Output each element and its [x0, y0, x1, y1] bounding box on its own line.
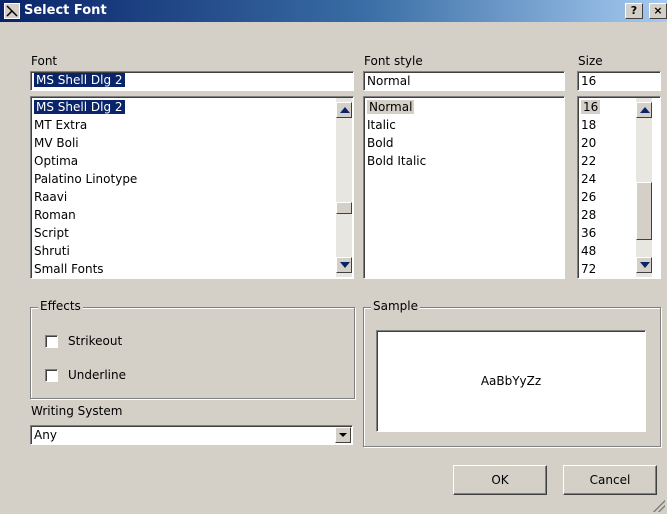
size-list-item-label: 28 — [581, 208, 597, 222]
size-list-item[interactable]: 28 — [581, 207, 596, 225]
size-scrollbar[interactable] — [636, 98, 652, 277]
font-list-item-label: Script — [34, 226, 69, 240]
arrow-up-icon — [340, 107, 350, 113]
font-list-item[interactable]: MV Boli — [34, 135, 79, 153]
font-list-item[interactable]: Small Fonts — [34, 261, 104, 278]
font-input-value: MS Shell Dlg 2 — [34, 73, 125, 87]
font-list-item[interactable]: Palatino Linotype — [34, 171, 137, 189]
font-list-item-label: MT Extra — [34, 118, 88, 132]
writing-system-label: Writing System — [31, 404, 123, 418]
scroll-thumb[interactable] — [336, 202, 352, 214]
font-label: Font — [31, 54, 58, 68]
font-list-item[interactable]: Roman — [34, 207, 76, 225]
font-style-list-item-label: Normal — [367, 100, 415, 114]
font-list-item-label: Roman — [34, 208, 76, 222]
font-list-item-label: Raavi — [34, 190, 68, 204]
size-list-item-label: 26 — [581, 190, 597, 204]
size-list-item-label: 20 — [581, 136, 597, 150]
size-list-item-label: 72 — [581, 262, 597, 276]
effects-label: Effects — [38, 299, 83, 313]
font-listbox[interactable]: MS Shell Dlg 2 MT Extra MV Boli Optima Palat… — [30, 96, 354, 279]
window-title: Select Font — [24, 3, 107, 18]
help-button[interactable]: ? — [625, 3, 643, 19]
font-input[interactable]: MS Shell Dlg 2 — [30, 71, 354, 91]
size-listbox[interactable]: 16 18 20 22 24 26 28 36 48 72 — [577, 96, 661, 279]
size-list-item[interactable]: 16 — [581, 99, 601, 117]
size-list-item[interactable]: 24 — [581, 171, 596, 189]
font-style-input[interactable]: Normal — [363, 71, 565, 91]
size-list-item[interactable]: 22 — [581, 153, 596, 171]
font-list-item[interactable]: MT Extra — [34, 117, 87, 135]
size-list-item-label: 22 — [581, 154, 597, 168]
size-list-item[interactable]: 48 — [581, 243, 596, 261]
size-list-item-label: 48 — [581, 244, 597, 258]
size-list-item[interactable]: 72 — [581, 261, 597, 278]
font-app-icon — [4, 3, 20, 19]
font-style-list-item-label: Bold — [367, 136, 394, 150]
size-list-item-label: 24 — [581, 172, 597, 186]
sample-preview: AaBbYyZz — [376, 330, 646, 432]
size-list-item[interactable]: 20 — [581, 135, 596, 153]
font-style-list-item-label: Bold Italic — [367, 154, 427, 168]
font-list-item[interactable]: MS Shell Dlg 2 — [33, 99, 126, 117]
size-scroll-down-button[interactable] — [636, 257, 652, 273]
size-input-value: 16 — [581, 74, 597, 88]
font-list-item-label: Shruti — [34, 244, 70, 258]
font-style-list-item-label: Italic — [367, 118, 396, 132]
font-style-list-item[interactable]: Normal — [367, 99, 415, 117]
font-style-input-value: Normal — [367, 74, 411, 88]
scroll-down-button[interactable] — [336, 257, 352, 273]
font-style-list-item[interactable]: Bold Italic — [367, 153, 426, 171]
title-bar[interactable]: Select Font ? × — [0, 0, 667, 22]
size-list-item-label: 18 — [581, 118, 597, 132]
font-style-list-item[interactable]: Italic — [367, 117, 396, 135]
size-list-item[interactable]: 26 — [581, 189, 596, 207]
size-list-item[interactable]: 18 — [581, 117, 596, 135]
strikeout-label[interactable]: Strikeout — [68, 334, 122, 348]
ok-button[interactable]: OK — [453, 465, 547, 495]
arrow-up-icon — [640, 107, 650, 113]
size-label: Size — [578, 54, 603, 68]
font-list-item-label: Optima — [34, 154, 79, 168]
size-list-item[interactable]: 36 — [581, 225, 596, 243]
size-list-item-label: 36 — [581, 226, 597, 240]
font-list-item-label: Small Fonts — [34, 262, 104, 276]
writing-system-select[interactable]: Any — [30, 425, 353, 445]
font-style-listbox[interactable]: Normal Italic Bold Bold Italic — [363, 96, 565, 279]
font-list-item-label: Palatino Linotype — [34, 172, 138, 186]
resize-grip-icon[interactable] — [653, 500, 665, 512]
effects-group — [30, 307, 355, 399]
sample-label: Sample — [371, 299, 420, 313]
size-list-item-label: 16 — [581, 100, 601, 114]
font-scrollbar[interactable] — [336, 98, 352, 277]
arrow-down-icon — [340, 262, 350, 268]
font-style-label: Font style — [364, 54, 423, 68]
font-style-list-item[interactable]: Bold — [367, 135, 394, 153]
font-list-item[interactable]: Shruti — [34, 243, 70, 261]
size-scroll-up-button[interactable] — [636, 102, 652, 118]
close-button[interactable]: × — [649, 3, 667, 19]
size-input[interactable]: 16 — [577, 71, 661, 91]
font-list-item-label: MV Boli — [34, 136, 79, 150]
size-scroll-thumb[interactable] — [636, 182, 652, 240]
dropdown-button[interactable] — [335, 427, 351, 443]
font-list-item[interactable]: Optima — [34, 153, 78, 171]
sample-text: AaBbYyZz — [480, 374, 542, 388]
font-list-item-label: MS Shell Dlg 2 — [33, 99, 126, 115]
writing-system-value: Any — [34, 428, 57, 442]
strikeout-checkbox[interactable] — [45, 335, 58, 348]
arrow-down-icon — [640, 262, 650, 268]
chevron-down-icon — [339, 433, 347, 437]
underline-checkbox[interactable] — [45, 369, 58, 382]
underline-label[interactable]: Underline — [68, 368, 126, 382]
font-list-item[interactable]: Script — [34, 225, 69, 243]
cancel-button[interactable]: Cancel — [563, 465, 657, 495]
scroll-up-button[interactable] — [336, 102, 352, 118]
font-list-item[interactable]: Raavi — [34, 189, 67, 207]
